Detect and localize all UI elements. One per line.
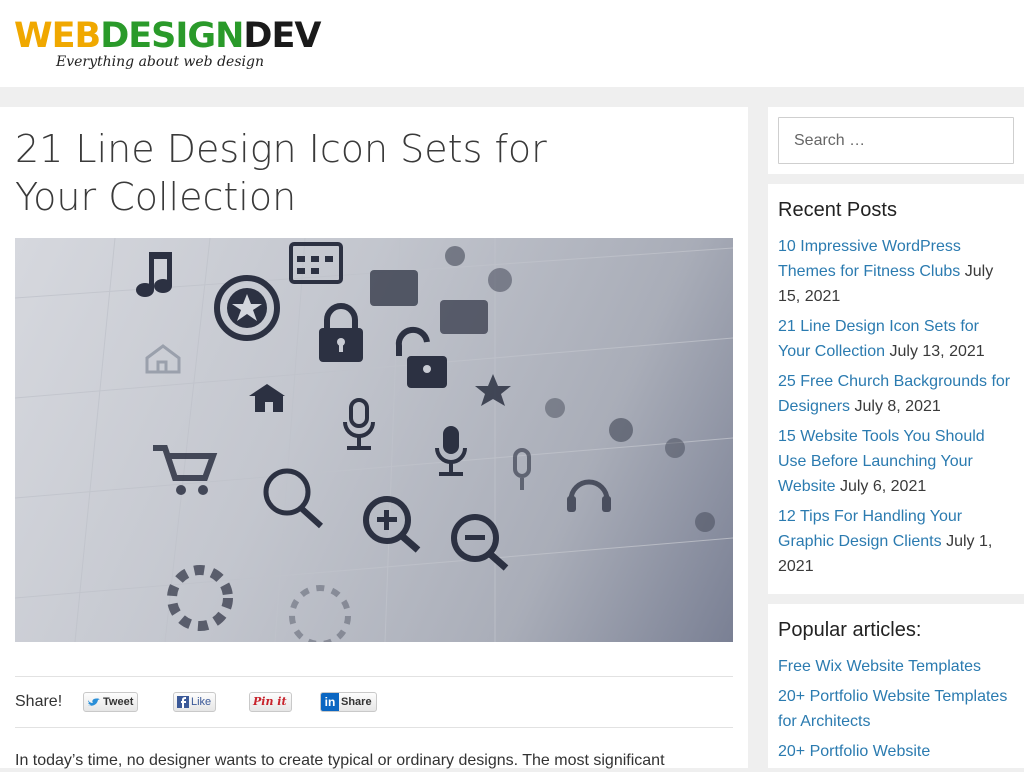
recent-posts-title: Recent Posts [778, 199, 897, 221]
home-icon [249, 384, 285, 412]
search-widget [768, 107, 1024, 174]
popular-articles-title: Popular articles: [778, 619, 922, 641]
post-date: July 8, 2021 [854, 398, 941, 415]
gear-icon [167, 565, 233, 631]
star-icon [475, 374, 511, 406]
popular-post-item: 20+ Portfolio Website Templates for Arch… [778, 684, 1014, 734]
divider [15, 727, 733, 728]
linkedin-label: Share [341, 696, 372, 708]
post-intro: In today’s time, no designer wants to cr… [15, 752, 665, 769]
popular-post-link[interactable]: 20+ Portfolio Website Templates for Arch… [778, 688, 1007, 730]
tweet-label: Tweet [103, 696, 134, 708]
recent-post-link[interactable]: 12 Tips For Handling Your Graphic Design… [778, 508, 962, 550]
like-label: Like [191, 696, 212, 708]
tweet-button[interactable]: Tweet [83, 692, 139, 712]
site-tagline: Everything about web design [56, 54, 264, 70]
home-outline-icon [145, 344, 181, 374]
search-input[interactable] [778, 117, 1014, 164]
popular-post-link[interactable]: Free Wix Website Templates [778, 658, 981, 675]
share-bar: Share! Tweet Like Pin it in Share [15, 690, 733, 716]
music-note-icon [136, 252, 172, 297]
article: 21 Line Design Icon Sets for Your Collec… [0, 107, 748, 769]
popular-articles-widget: Popular articles: Free Wix Website Templ… [768, 604, 1024, 768]
hero-image [15, 238, 733, 642]
site-logo[interactable]: WEBDESIGNDEV Everything about web design [14, 14, 321, 78]
popular-post-item: 20+ Portfolio Website [778, 739, 1014, 764]
post-date: July 13, 2021 [889, 343, 985, 360]
microphone-icon [343, 398, 375, 450]
magnifier-icon [263, 468, 324, 529]
post-date: July 6, 2021 [839, 478, 927, 495]
unlock-icon [395, 326, 447, 388]
pinit-label: Pin it [253, 695, 287, 708]
pinterest-button[interactable]: Pin it [249, 692, 292, 712]
zoom-in-icon [363, 496, 421, 553]
logo-web: WEB [14, 16, 101, 56]
headphones-icon [567, 479, 611, 512]
logo-wordmark: WEBDESIGNDEV [14, 14, 321, 58]
facebook-icon [177, 696, 189, 709]
logo-design: DESIGN [100, 16, 244, 56]
recent-post-item: 10 Impressive WordPress Themes for Fitne… [778, 234, 1014, 309]
share-label: Share! [15, 693, 63, 710]
popular-post-item: Free Wix Website Templates [778, 654, 1014, 679]
microphone-filled-icon [435, 426, 467, 476]
lock-icon [319, 303, 363, 362]
star-badge-icon [214, 275, 280, 341]
icon-grid-illustration [15, 238, 733, 642]
recent-posts-widget: Recent Posts 10 Impressive WordPress The… [768, 184, 1024, 594]
facebook-like-button[interactable]: Like [173, 692, 217, 712]
linkedin-share-button[interactable]: in Share [320, 692, 377, 712]
divider [15, 676, 733, 677]
recent-post-link[interactable]: 10 Impressive WordPress Themes for Fitne… [778, 238, 961, 280]
site-header: WEBDESIGNDEV Everything about web design [0, 0, 1024, 87]
popular-post-link[interactable]: 20+ Portfolio Website [778, 743, 930, 760]
post-title: 21 Line Design Icon Sets for Your Collec… [15, 127, 547, 219]
twitter-icon [88, 697, 100, 706]
recent-post-item: 21 Line Design Icon Sets for Your Collec… [778, 314, 1014, 364]
recent-post-item: 15 Website Tools You Should Use Before L… [778, 424, 1014, 499]
recent-post-item: 12 Tips For Handling Your Graphic Design… [778, 504, 1014, 579]
logo-dev: DEV [243, 16, 321, 56]
cart-icon [153, 445, 218, 495]
recent-post-item: 25 Free Church Backgrounds for Designers… [778, 369, 1014, 419]
linkedin-icon: in [321, 693, 339, 711]
